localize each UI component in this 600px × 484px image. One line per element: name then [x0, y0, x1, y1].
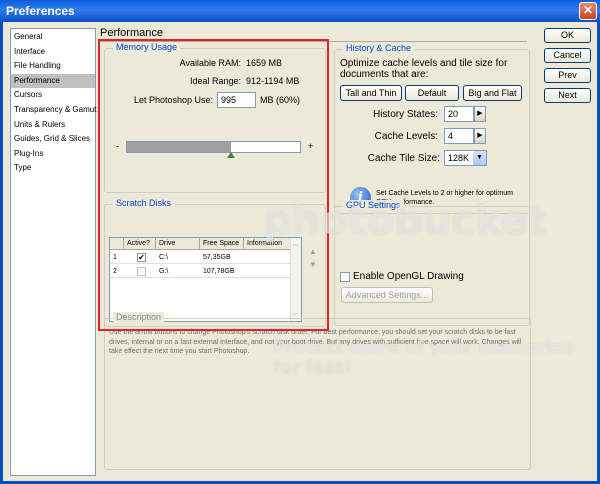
- cache-tile-size-label: Cache Tile Size:: [367, 153, 440, 164]
- close-icon[interactable]: ✕: [579, 2, 597, 20]
- history-states-label: History States:: [372, 109, 438, 120]
- nav-item-file-handling[interactable]: File Handling: [11, 59, 95, 73]
- next-button[interactable]: Next: [544, 88, 591, 103]
- watermark-logo: photobucket: [263, 198, 547, 244]
- chevron-down-icon[interactable]: ▼: [473, 151, 486, 165]
- preferences-window: General Interface File Handling Performance…: [0, 22, 600, 484]
- page-title: Performance: [100, 27, 163, 39]
- category-list: General Interface File Handling Performance…: [10, 28, 96, 476]
- ok-button[interactable]: OK: [544, 28, 591, 43]
- default-button[interactable]: Default: [405, 85, 459, 101]
- history-cache-legend: History & Cache: [343, 43, 415, 53]
- tall-and-thin-button[interactable]: Tall and Thin: [340, 85, 402, 101]
- history-states-input[interactable]: 20: [444, 106, 474, 122]
- nav-item-type[interactable]: Type: [11, 161, 95, 175]
- cache-description: Optimize cache levels and tile size for …: [340, 58, 508, 80]
- nav-item-transparency-gamut[interactable]: Transparency & Gamut: [11, 103, 96, 117]
- highlight-box: [98, 39, 329, 331]
- cache-levels-arrow-icon[interactable]: ▶: [474, 128, 486, 144]
- nav-item-general[interactable]: General: [11, 30, 95, 44]
- nav-item-plug-ins[interactable]: Plug-Ins: [11, 147, 95, 161]
- opengl-label: Enable OpenGL Drawing: [353, 271, 464, 282]
- nav-item-guides-grid-slices[interactable]: Guides, Grid & Slices: [11, 132, 95, 146]
- advanced-settings-button[interactable]: Advanced Settings...: [341, 287, 433, 303]
- cache-tile-size-value: 128K: [448, 153, 470, 163]
- cancel-button[interactable]: Cancel: [544, 48, 591, 63]
- opengl-checkbox[interactable]: [340, 272, 350, 282]
- nav-item-performance[interactable]: Performance: [11, 73, 95, 88]
- watermark-tagline: Protect more of your memories for less!: [273, 338, 574, 378]
- history-states-arrow-icon[interactable]: ▶: [474, 106, 486, 122]
- nav-item-units-rulers[interactable]: Units & Rulers: [11, 118, 95, 132]
- window-title: Preferences: [6, 4, 75, 18]
- cache-levels-input[interactable]: 4: [444, 128, 474, 144]
- prev-button[interactable]: Prev: [544, 68, 591, 83]
- title-bar: Preferences ✕: [0, 0, 600, 22]
- nav-item-interface[interactable]: Interface: [11, 45, 95, 59]
- big-and-flat-button[interactable]: Big and Flat: [463, 85, 522, 101]
- cache-tile-size-select[interactable]: 128K ▼: [444, 150, 487, 166]
- cache-levels-label: Cache Levels:: [374, 131, 438, 142]
- nav-item-cursors[interactable]: Cursors: [11, 88, 95, 102]
